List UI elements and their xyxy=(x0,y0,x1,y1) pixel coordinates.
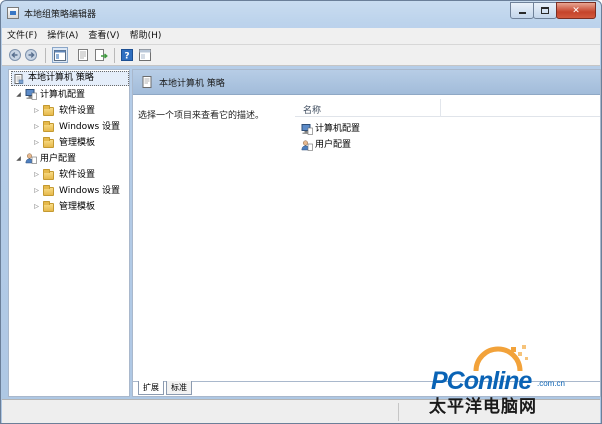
extended-view-button[interactable] xyxy=(138,48,152,62)
list-item-label: 计算机配置 xyxy=(315,124,361,134)
tab-extended[interactable]: 扩展 xyxy=(138,381,164,395)
expand-icon[interactable]: ▷ xyxy=(32,135,41,151)
window-title: 本地组策略编辑器 xyxy=(24,10,97,20)
tree-item-computer-software-settings[interactable]: ▷ 软件设置 xyxy=(9,103,129,119)
collapse-icon[interactable]: ◢ xyxy=(14,151,23,167)
forward-arrow-icon xyxy=(25,49,37,61)
tree-item-label: 管理模板 xyxy=(59,138,96,148)
user-config-icon xyxy=(25,153,37,164)
folder-icon xyxy=(43,201,54,212)
menu-action[interactable]: 操作(A) xyxy=(42,28,83,44)
back-button[interactable] xyxy=(8,48,22,62)
tree-item-user-config[interactable]: ◢ 用户配置 xyxy=(9,151,129,167)
computer-icon xyxy=(25,89,37,100)
description-text: 选择一个项目来查看它的描述。 xyxy=(138,111,265,121)
pconline-watermark: PConline .com.cn 太平洋电脑网 xyxy=(413,341,601,423)
folder-icon xyxy=(43,137,54,148)
menu-file[interactable]: 文件(F) xyxy=(2,28,42,44)
tree-item-computer-windows-settings[interactable]: ▷ Windows 设置 xyxy=(9,119,129,135)
back-arrow-icon xyxy=(9,49,21,61)
expand-icon[interactable]: ▷ xyxy=(32,119,41,135)
tree-item-user-windows-settings[interactable]: ▷ Windows 设置 xyxy=(9,183,129,199)
tree-item-label: 软件设置 xyxy=(59,106,96,116)
folder-icon xyxy=(43,121,54,132)
menu-help[interactable]: 帮助(H) xyxy=(125,28,167,44)
tree-item-computer-config[interactable]: ◢ 计算机配置 xyxy=(9,87,129,103)
show-hide-console-tree-icon xyxy=(54,49,66,61)
policy-document-icon xyxy=(142,76,152,88)
computer-icon xyxy=(301,124,313,135)
collapse-icon[interactable]: ◢ xyxy=(14,87,23,103)
tree-item-label: 软件设置 xyxy=(59,170,96,180)
menu-view[interactable]: 查看(V) xyxy=(83,28,124,44)
status-bar-divider xyxy=(398,403,399,421)
console-tree-pane: 本地计算机 策略 ◢ 计算机配置 ▷ 软件设置 ▷ Windows 设置 ▷ 管… xyxy=(8,69,130,397)
expand-icon[interactable]: ▷ xyxy=(32,183,41,199)
title-bar[interactable]: 本地组策略编辑器 ✕ xyxy=(1,1,601,27)
details-header-title: 本地计算机 策略 xyxy=(159,79,225,89)
export-list-button[interactable] xyxy=(94,48,108,62)
folder-icon xyxy=(43,169,54,180)
column-divider[interactable] xyxy=(440,99,441,117)
svg-text:?: ? xyxy=(124,52,129,62)
folder-icon xyxy=(43,185,54,196)
toolbar-separator xyxy=(114,48,115,63)
toolbar: ? xyxy=(2,45,600,66)
tab-standard[interactable]: 标准 xyxy=(166,381,192,395)
properties-icon xyxy=(78,49,88,61)
tree-item-user-admin-templates[interactable]: ▷ 管理模板 xyxy=(9,199,129,215)
minimize-button[interactable] xyxy=(510,2,534,19)
extended-view-icon xyxy=(139,49,151,61)
minimize-icon xyxy=(518,12,526,14)
column-name-label: 名称 xyxy=(303,106,322,116)
toolbar-separator xyxy=(45,48,46,63)
help-button[interactable]: ? xyxy=(120,48,134,62)
policy-document-icon xyxy=(14,74,24,84)
caption-buttons: ✕ xyxy=(510,2,596,19)
list-item-label: 用户配置 xyxy=(315,140,352,150)
column-header-name[interactable]: 名称 xyxy=(295,99,600,117)
close-button[interactable]: ✕ xyxy=(556,2,596,19)
tree-item-label: 管理模板 xyxy=(59,202,96,212)
help-icon: ? xyxy=(121,49,133,61)
show-hide-tree-button[interactable] xyxy=(52,47,68,63)
watermark-tagline: 太平洋电脑网 xyxy=(429,397,537,417)
expand-icon[interactable]: ▷ xyxy=(32,167,41,183)
properties-button[interactable] xyxy=(76,48,90,62)
expand-icon[interactable]: ▷ xyxy=(32,199,41,215)
group-policy-editor-window: 本地组策略编辑器 ✕ 文件(F) 操作(A) 查看(V) 帮助(H) ? 本地计… xyxy=(0,0,602,424)
maximize-icon xyxy=(541,7,549,14)
details-header: 本地计算机 策略 xyxy=(133,70,600,95)
items-list: 名称 计算机配置 用户配置 xyxy=(295,95,600,381)
tree-item-label: Windows 设置 xyxy=(59,186,121,196)
tree-item-computer-admin-templates[interactable]: ▷ 管理模板 xyxy=(9,135,129,151)
tree-item-label: Windows 设置 xyxy=(59,122,121,132)
expand-icon[interactable]: ▷ xyxy=(32,103,41,119)
forward-button[interactable] xyxy=(24,48,38,62)
watermark-domain: .com.cn xyxy=(537,379,566,388)
tree-item-label: 计算机配置 xyxy=(40,90,86,100)
user-config-icon xyxy=(301,140,313,151)
tree-root-label: 本地计算机 策略 xyxy=(28,73,94,83)
folder-icon xyxy=(43,105,54,116)
maximize-button[interactable] xyxy=(533,2,557,19)
menu-bar: 文件(F) 操作(A) 查看(V) 帮助(H) xyxy=(2,28,600,45)
tree-item-label: 用户配置 xyxy=(40,154,77,164)
export-list-icon xyxy=(94,49,108,61)
tree-root-local-computer-policy[interactable]: 本地计算机 策略 xyxy=(11,71,129,86)
close-icon: ✕ xyxy=(572,5,580,16)
app-icon xyxy=(7,7,19,19)
tree-item-user-software-settings[interactable]: ▷ 软件设置 xyxy=(9,167,129,183)
